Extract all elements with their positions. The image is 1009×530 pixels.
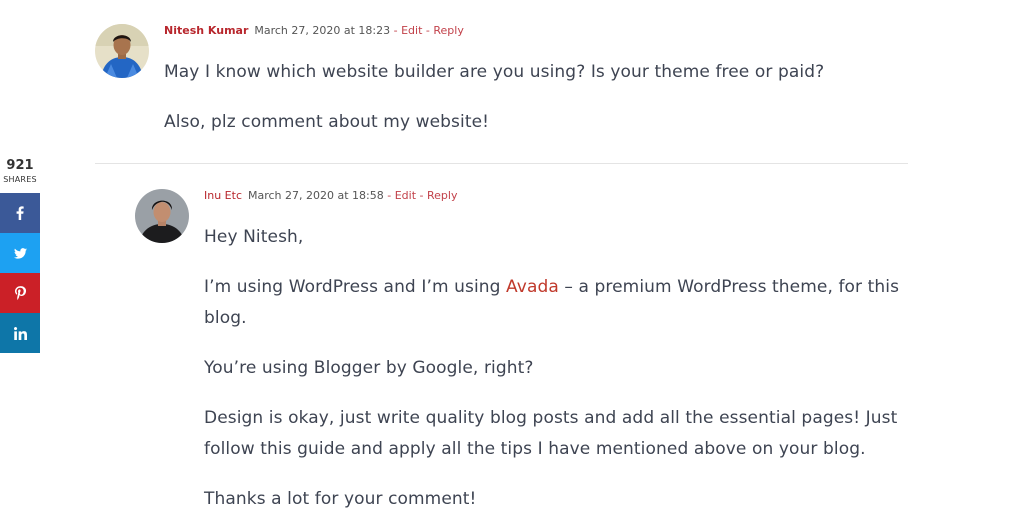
meta-separator: - [390, 24, 402, 37]
meta-separator: - [383, 189, 395, 202]
comment-date: March 27, 2020 at 18:58 [248, 189, 384, 202]
comment-divider [95, 163, 908, 164]
comment-body: Hey Nitesh, I’m using WordPress and I’m … [204, 222, 916, 515]
user-photo [95, 24, 149, 78]
reply-link[interactable]: Reply [427, 189, 457, 202]
user-photo [135, 189, 189, 243]
facebook-icon [16, 206, 24, 220]
meta-separator: - [422, 24, 434, 37]
facebook-share-button[interactable] [0, 193, 40, 233]
comment-author: Inu Etc [204, 189, 242, 202]
pinterest-icon [14, 286, 26, 300]
avada-link[interactable]: Avada [506, 277, 559, 297]
pinterest-share-button[interactable] [0, 273, 40, 313]
edit-link[interactable]: Edit [395, 189, 416, 202]
comment-date: March 27, 2020 at 18:23 [254, 24, 391, 37]
share-count: 921 SHARES [0, 157, 40, 185]
meta-separator: - [416, 189, 428, 202]
comment-meta: Inu Etc March 27, 2020 at 18:58 - Edit - … [204, 189, 457, 203]
avatar [95, 24, 149, 78]
twitter-share-button[interactable] [0, 233, 40, 273]
comment-author: Nitesh Kumar [164, 24, 249, 37]
reply-link[interactable]: Reply [433, 24, 463, 37]
twitter-icon [13, 247, 27, 259]
comment-paragraph: You’re using Blogger by Google, right? [204, 358, 534, 378]
comment-meta: Nitesh Kumar March 27, 2020 at 18:23 - Ed… [164, 24, 464, 38]
linkedin-icon [13, 326, 27, 340]
edit-link[interactable]: Edit [401, 24, 422, 37]
comment-body: May I know which website builder are you… [164, 57, 909, 138]
share-count-number: 921 [6, 158, 34, 173]
share-count-label: SHARES [3, 175, 37, 184]
comment-paragraph: Also, plz comment about my website! [164, 112, 490, 132]
avatar [135, 189, 189, 243]
comment-paragraph: I’m using WordPress and I’m using Avada … [204, 272, 916, 334]
comment-paragraph: Design is okay, just write quality blog … [204, 408, 898, 459]
comment-paragraph: Hey Nitesh, [204, 227, 304, 247]
share-sidebar: 921 SHARES [0, 157, 40, 353]
comment-paragraph: Thanks a lot for your comment! [204, 489, 477, 509]
paragraph-text: I’m using WordPress and I’m using [204, 277, 507, 297]
comment-paragraph: May I know which website builder are you… [164, 62, 825, 82]
linkedin-share-button[interactable] [0, 313, 40, 353]
